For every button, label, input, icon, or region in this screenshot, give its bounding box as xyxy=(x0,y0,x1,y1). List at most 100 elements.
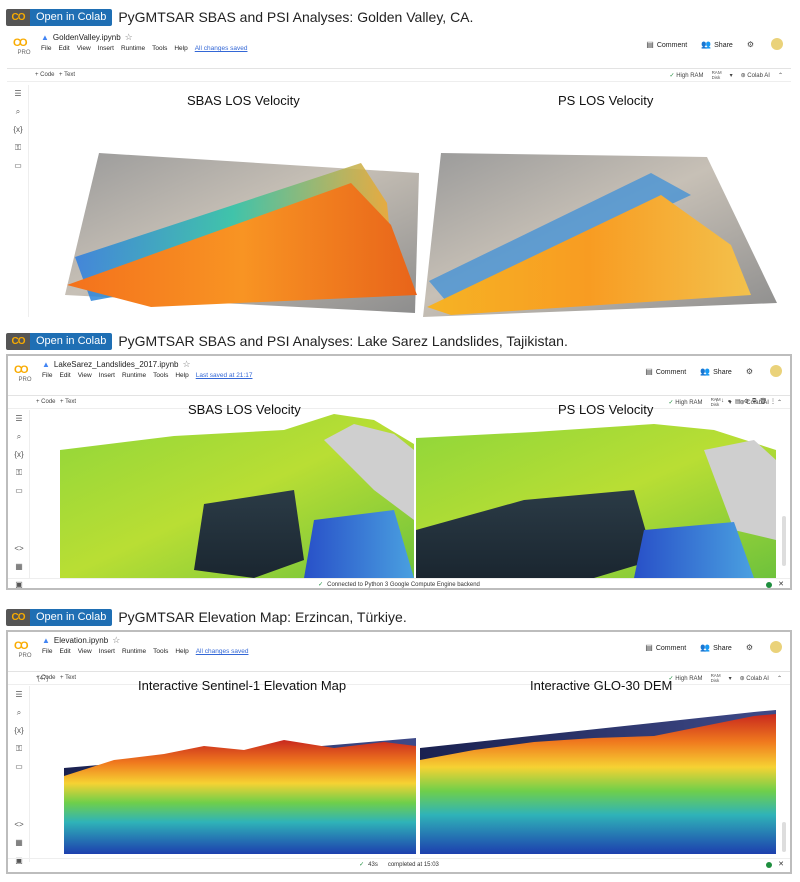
notebook-name[interactable]: ▲ GoldenValley.ipynb ☆ xyxy=(41,32,133,43)
comment-button[interactable]: ▤ Comment xyxy=(645,643,686,652)
move-down-icon[interactable]: ↓ xyxy=(721,398,724,405)
variables-icon[interactable]: {x} xyxy=(8,722,30,740)
move-up-icon[interactable]: ↑ xyxy=(715,398,718,405)
search-icon[interactable]: ⌕ xyxy=(8,428,30,446)
notebook-name[interactable]: ▲ Elevation.ipynb ☆ xyxy=(42,635,120,646)
menu-help[interactable]: Help xyxy=(175,372,188,379)
star-icon[interactable]: ☆ xyxy=(112,635,120,646)
output-canvas: SBAS LOS Velocity PS LOS Velocity ↑ ↓ ⚭ … xyxy=(54,398,776,578)
menu-edit[interactable]: Edit xyxy=(59,648,70,655)
code-snippets-icon[interactable]: <> xyxy=(8,816,30,834)
collapse-chevron-icon[interactable]: ⌃ xyxy=(777,399,782,406)
settings-gear-icon[interactable]: ⚙ xyxy=(747,40,754,49)
open-in-colab-badge[interactable]: CO Open in Colab xyxy=(6,608,113,626)
save-status[interactable]: All changes saved xyxy=(195,45,248,52)
folder-icon[interactable]: ▭ xyxy=(7,157,29,175)
share-button[interactable]: 👥 Share xyxy=(700,367,732,376)
menu-tools[interactable]: Tools xyxy=(153,372,168,379)
ram-disk-meter[interactable]: RAM Disk xyxy=(712,70,722,80)
comment-icon: ▤ xyxy=(645,642,653,652)
menu-runtime[interactable]: Runtime xyxy=(121,45,145,52)
settings-gear-icon[interactable]: ⚙ xyxy=(746,367,753,376)
add-text-button[interactable]: + Text xyxy=(59,72,75,78)
settings-gear-icon[interactable]: ⚙ xyxy=(746,643,753,652)
menu-view[interactable]: View xyxy=(77,45,91,52)
menu-help[interactable]: Help xyxy=(175,648,188,655)
menu-tools[interactable]: Tools xyxy=(153,648,168,655)
colab-logo[interactable]: CO PRO xyxy=(14,636,36,660)
close-icon[interactable]: ✕ xyxy=(778,860,784,868)
collapse-chevron-icon[interactable]: ⌃ xyxy=(778,72,783,79)
folder-icon[interactable]: ▭ xyxy=(8,758,30,776)
comment-button[interactable]: ▤ Comment xyxy=(646,40,687,49)
open-in-colab-badge[interactable]: CO Open in Colab xyxy=(6,8,113,26)
badge-label: Open in Colab xyxy=(30,8,113,26)
star-icon[interactable]: ☆ xyxy=(125,32,133,43)
menu-file[interactable]: File xyxy=(42,648,52,655)
menu-insert[interactable]: Insert xyxy=(98,45,114,52)
folder-icon[interactable]: ▭ xyxy=(8,482,30,500)
command-palette-icon[interactable]: ▦ xyxy=(8,558,30,576)
avatar[interactable] xyxy=(770,641,782,653)
more-options-icon[interactable]: ⋮ xyxy=(770,398,776,405)
menu-edit[interactable]: Edit xyxy=(58,45,69,52)
search-icon[interactable]: ⌕ xyxy=(7,103,29,121)
secrets-key-icon[interactable]: ⚿ xyxy=(8,464,30,482)
menu-edit[interactable]: Edit xyxy=(59,372,70,379)
cell-settings-icon[interactable]: ⚙ xyxy=(744,398,749,405)
share-button[interactable]: 👥 Share xyxy=(701,40,733,49)
variables-icon[interactable]: {x} xyxy=(8,446,30,464)
toc-icon[interactable]: ☰ xyxy=(7,85,29,103)
chevron-down-icon[interactable]: ▾ xyxy=(730,72,733,79)
colab-logo[interactable]: CO PRO xyxy=(13,33,35,57)
comment-button[interactable]: ▤ Comment xyxy=(645,367,686,376)
delete-cell-icon[interactable]: 🗑 xyxy=(759,398,767,405)
mirror-cell-icon[interactable]: ⧉ xyxy=(752,398,756,405)
save-status[interactable]: Last saved at 21:17 xyxy=(196,372,253,379)
star-icon[interactable]: ☆ xyxy=(182,359,190,370)
add-text-button[interactable]: + Text xyxy=(60,399,76,405)
variables-icon[interactable]: {x} xyxy=(7,121,29,139)
scrollbar[interactable] xyxy=(782,516,786,566)
cell-execution-count: [47] xyxy=(38,676,49,682)
toc-icon[interactable]: ☰ xyxy=(8,410,30,428)
menu-help[interactable]: Help xyxy=(174,45,187,52)
menu-runtime[interactable]: Runtime xyxy=(122,372,146,379)
secrets-key-icon[interactable]: ⚿ xyxy=(7,139,29,157)
elevation-plot xyxy=(64,710,776,854)
runtime-status[interactable]: ✓ High RAM xyxy=(670,72,704,79)
save-status[interactable]: All changes saved xyxy=(196,648,249,655)
runtime-status[interactable]: ✓ High RAM xyxy=(669,399,703,406)
section-lake-sarez: CO Open in Colab PyGMTSAR SBAS and PSI A… xyxy=(0,330,800,592)
open-in-colab-badge[interactable]: CO Open in Colab xyxy=(6,332,113,350)
add-code-button[interactable]: + Code xyxy=(36,399,56,405)
colab-logo[interactable]: CO PRO xyxy=(14,360,36,384)
menu-view[interactable]: View xyxy=(78,372,92,379)
command-palette-icon[interactable]: ▦ xyxy=(8,834,30,852)
toc-icon[interactable]: ☰ xyxy=(8,686,30,704)
section-title: PyGMTSAR SBAS and PSI Analyses: Golden V… xyxy=(118,9,474,25)
menu-file[interactable]: File xyxy=(41,45,51,52)
share-button[interactable]: 👥 Share xyxy=(700,643,732,652)
colab-ai-button[interactable]: ⊛ Colab AI xyxy=(741,72,770,79)
menu-bar: File Edit View Insert Runtime Tools Help… xyxy=(42,648,248,655)
menu-tools[interactable]: Tools xyxy=(152,45,167,52)
code-snippets-icon[interactable]: <> xyxy=(8,540,30,558)
link-icon[interactable]: ⚭ xyxy=(727,398,732,405)
menu-view[interactable]: View xyxy=(78,648,92,655)
close-icon[interactable]: ✕ xyxy=(778,580,784,588)
menu-runtime[interactable]: Runtime xyxy=(122,648,146,655)
toolbar-right: ✓ High RAM RAM Disk ▾ ⊛ Colab AI ⌃ xyxy=(670,70,783,80)
search-icon[interactable]: ⌕ xyxy=(8,704,30,722)
menu-file[interactable]: File xyxy=(42,372,52,379)
menu-insert[interactable]: Insert xyxy=(99,648,115,655)
secrets-key-icon[interactable]: ⚿ xyxy=(8,740,30,758)
comment-cell-icon[interactable]: ▤ xyxy=(735,398,741,405)
add-code-button[interactable]: + Code xyxy=(35,72,55,78)
menu-insert[interactable]: Insert xyxy=(99,372,115,379)
collapse-chevron-icon[interactable]: ⌃ xyxy=(777,675,782,682)
notebook-name[interactable]: ▲ LakeSarez_Landslides_2017.ipynb ☆ xyxy=(42,359,191,370)
avatar[interactable] xyxy=(770,365,782,377)
avatar[interactable] xyxy=(771,38,783,50)
scrollbar[interactable] xyxy=(782,822,786,852)
